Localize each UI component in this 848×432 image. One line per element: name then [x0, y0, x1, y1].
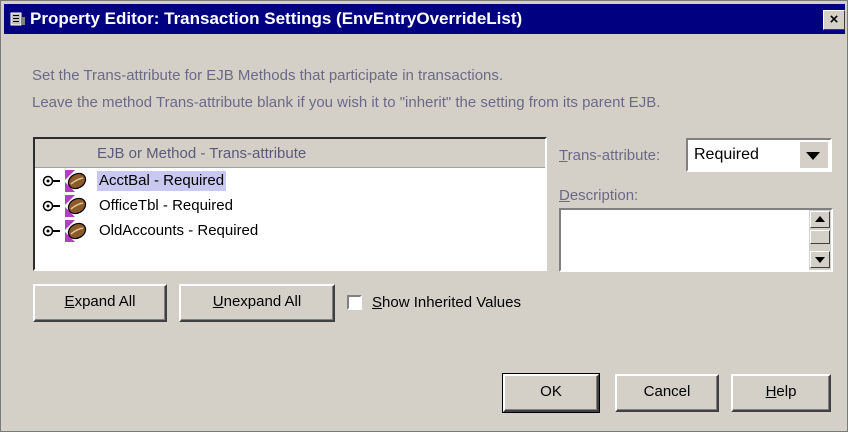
unexpand-all-mnemonic: U — [212, 293, 224, 310]
trans-attribute-mnemonic: T — [559, 147, 568, 164]
ejb-bean-icon — [65, 220, 87, 242]
show-inherited-label[interactable]: Show Inherited Values — [372, 294, 521, 311]
title-bar[interactable]: Property Editor: Transaction Settings (E… — [4, 4, 845, 34]
unexpand-all-label: nexpand All — [223, 293, 302, 310]
window-icon — [10, 12, 25, 26]
close-button[interactable]: × — [823, 10, 845, 30]
expand-all-mnemonic: E — [64, 293, 75, 310]
ejb-bean-icon — [65, 170, 87, 192]
description-field[interactable] — [559, 208, 833, 272]
expand-toggle-icon[interactable] — [42, 175, 64, 187]
expand-all-label: xpand All — [74, 293, 136, 310]
tree-header: EJB or Method - Trans-attribute — [35, 139, 545, 168]
window-title: Property Editor: Transaction Settings (E… — [30, 9, 523, 28]
trans-attribute-label-text: rans-attribute: — [567, 147, 661, 164]
method-tree[interactable]: EJB or Method - Trans-attribute AcctBal … — [33, 137, 547, 271]
close-icon: × — [829, 11, 839, 28]
scroll-thumb[interactable] — [810, 230, 830, 244]
help-button[interactable]: Help — [731, 374, 831, 412]
arrow-down-icon — [815, 257, 825, 263]
unexpand-all-button[interactable]: Unexpand All — [179, 284, 335, 322]
show-inherited-mnemonic: S — [372, 294, 383, 311]
instruction-line-2: Leave the method Trans-attribute blank i… — [32, 94, 661, 111]
expand-toggle-icon[interactable] — [42, 225, 64, 237]
tree-item[interactable]: AcctBal - Required — [35, 169, 545, 193]
expand-toggle-icon[interactable] — [42, 200, 64, 212]
scroll-up-button[interactable] — [810, 211, 830, 228]
trans-attribute-value: Required — [694, 146, 759, 163]
tree-header-label: EJB or Method - Trans-attribute — [97, 145, 307, 162]
tree-item[interactable]: OfficeTbl - Required — [35, 194, 545, 218]
description-scrollbar[interactable] — [809, 210, 831, 270]
description-label: Description: — [559, 187, 638, 204]
ejb-bean-icon — [65, 195, 87, 217]
trans-attribute-label: Trans-attribute: — [559, 147, 660, 164]
ok-button[interactable]: OK — [502, 373, 600, 413]
tree-item-label: OfficeTbl - Required — [99, 197, 233, 214]
description-label-text: escription: — [569, 187, 639, 204]
description-mnemonic: D — [559, 187, 570, 204]
arrow-up-icon — [815, 216, 825, 222]
cancel-button[interactable]: Cancel — [615, 374, 719, 412]
instruction-line-1: Set the Trans-attribute for EJB Methods … — [32, 67, 504, 84]
show-inherited-checkbox[interactable] — [347, 295, 362, 310]
scroll-down-button[interactable] — [810, 251, 830, 268]
help-mnemonic: H — [765, 383, 777, 400]
expand-all-button[interactable]: Expand All — [33, 284, 167, 322]
dropdown-button[interactable] — [800, 142, 828, 168]
trans-attribute-select[interactable]: Required — [686, 138, 832, 172]
tree-item-label: OldAccounts - Required — [99, 222, 259, 239]
help-label: elp — [776, 383, 797, 400]
show-inherited-label-text: how Inherited Values — [382, 294, 521, 311]
tree-item-label: AcctBal - Required — [97, 171, 227, 191]
chevron-down-icon — [806, 152, 820, 160]
property-editor-dialog: Property Editor: Transaction Settings (E… — [0, 0, 848, 432]
tree-item[interactable]: OldAccounts - Required — [35, 219, 545, 243]
